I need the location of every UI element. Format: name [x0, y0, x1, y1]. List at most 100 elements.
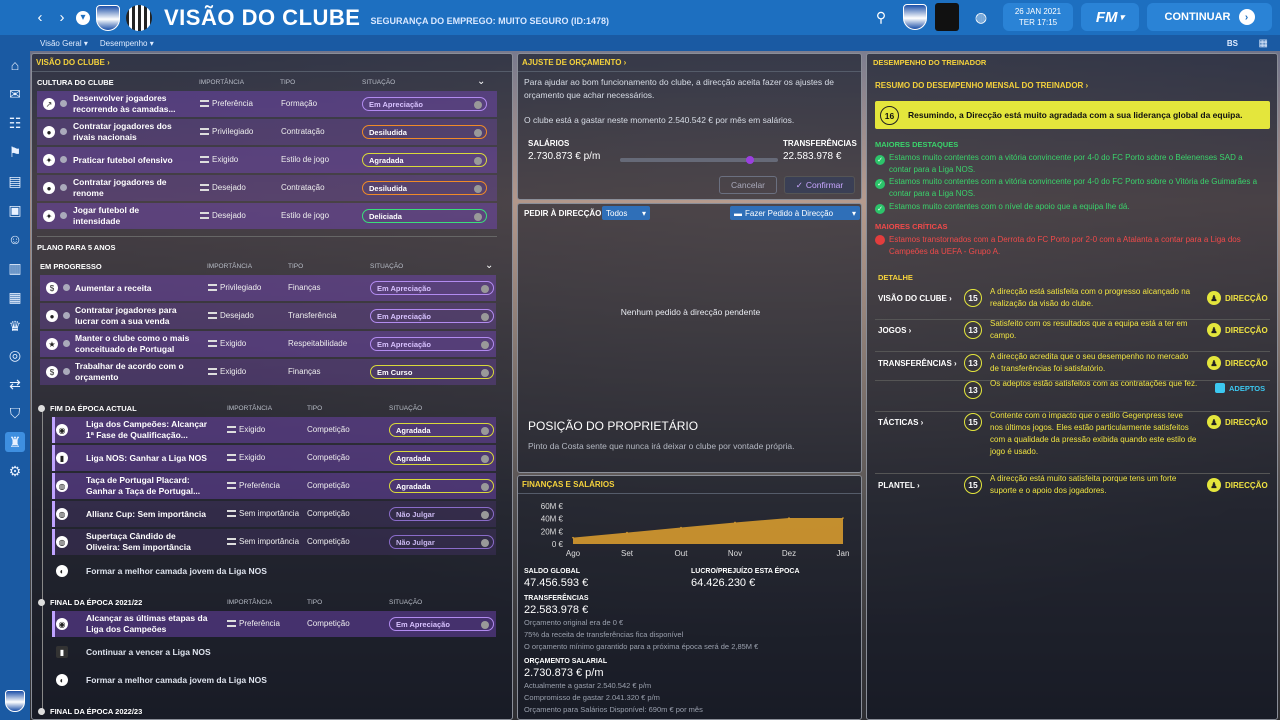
confirm-button[interactable]: ✓ Confirmar — [784, 176, 855, 194]
forward-icon[interactable]: › — [54, 9, 70, 26]
fm-menu-button[interactable]: FM ▾ — [1081, 3, 1139, 31]
detail-score: 15 — [964, 476, 982, 494]
detail-score: 13 — [964, 381, 982, 399]
page-title: VISÃO DO CLUBE — [164, 4, 361, 30]
info-icon[interactable] — [60, 100, 67, 107]
timeline-dot — [38, 405, 45, 412]
balance-value: 47.456.593 € — [524, 577, 589, 589]
calendar-icon[interactable]: ▦ — [5, 287, 25, 307]
x-tick-label: Jan — [837, 549, 850, 558]
highlight-text: Estamos muito contentes com o nível de a… — [889, 202, 1130, 211]
info-icon[interactable] — [60, 212, 67, 219]
status-badge[interactable]: Em Apreciação — [389, 617, 494, 631]
club-crest-small[interactable] — [903, 4, 927, 30]
staff-icon[interactable]: ☺ — [5, 229, 25, 249]
importance: Preferência — [227, 481, 280, 490]
status-badge[interactable]: Em Apreciação — [370, 309, 494, 323]
league-logo[interactable] — [935, 3, 959, 31]
status-badge[interactable]: Desiludida — [362, 125, 487, 139]
collapse-chevron-icon[interactable]: ⌄ — [477, 76, 485, 87]
club-icon[interactable]: ⛉ — [5, 403, 25, 423]
row-accent — [52, 529, 55, 555]
requests-filter[interactable]: Todos ▾ — [602, 206, 650, 220]
wage-value: 2.730.873 € p/m — [524, 667, 604, 679]
status-badge[interactable]: Em Curso — [370, 365, 494, 379]
status-badge[interactable]: Não Julgar — [389, 507, 494, 521]
slider-handle[interactable] — [745, 156, 754, 164]
status-badge[interactable]: Deliciada — [362, 209, 487, 223]
highlight-icon: ✓ — [875, 204, 885, 214]
balance-label: SALDO GLOBAL — [524, 568, 580, 575]
kit-icon[interactable] — [126, 4, 152, 31]
detail-label[interactable]: JOGOS › — [878, 326, 911, 335]
requests-empty: Nenhum pedido à direcção pendente — [620, 307, 761, 317]
cancel-button[interactable]: Cancelar — [719, 176, 777, 194]
info-icon[interactable] — [63, 368, 70, 375]
inbox-icon[interactable]: ✉ — [5, 84, 25, 104]
briefcase-icon[interactable]: ▥ — [5, 258, 25, 278]
board-tag: ♟ DIRECÇÃO — [1207, 291, 1268, 305]
status-badge[interactable]: Agradada — [389, 423, 494, 437]
trophy-icon[interactable]: ♛ — [5, 316, 25, 336]
squad-icon[interactable]: ☷ — [5, 113, 25, 133]
info-icon — [474, 185, 482, 193]
objective-type: Contratação — [281, 127, 325, 136]
status-badge[interactable]: Agradada — [362, 153, 487, 167]
board-icon[interactable]: ♜ — [5, 432, 25, 452]
youth-objective-1: Formar a melhor camada jovem da Liga NOS — [86, 566, 267, 576]
status-badge[interactable]: Em Apreciação — [370, 281, 494, 295]
back-icon[interactable]: ‹ — [32, 9, 48, 26]
transfers-icon[interactable]: ⇄ — [5, 374, 25, 394]
schedule-icon[interactable]: ▤ — [5, 171, 25, 191]
objective-text: Contratar jogadores de renome — [73, 177, 167, 198]
plan-header: PLANO PARA 5 ANOS — [37, 243, 116, 252]
status-badge[interactable]: Agradada — [389, 451, 494, 465]
info-icon — [474, 213, 482, 221]
detail-label[interactable]: TRANSFERÊNCIAS › — [878, 359, 957, 368]
bs-icon[interactable]: BS — [1227, 39, 1238, 48]
panel-title[interactable]: VISÃO DO CLUBE › — [32, 54, 512, 72]
continue-button[interactable]: CONTINUAR › — [1147, 3, 1272, 31]
make-request-button[interactable]: ▬ Fazer Pedido à Direcção ▾ — [730, 206, 860, 220]
tab-overview[interactable]: Visão Geral ▾ — [40, 39, 88, 48]
info-icon[interactable] — [60, 128, 67, 135]
detail-label[interactable]: VISÃO DO CLUBE › — [878, 294, 952, 303]
scouting-icon[interactable]: ◎ — [5, 345, 25, 365]
budget-title[interactable]: AJUSTE DE ORÇAMENTO › — [518, 54, 861, 72]
tab-performance[interactable]: Desempenho ▾ — [100, 39, 154, 48]
info-icon[interactable] — [60, 156, 67, 163]
status-badge[interactable]: Em Apreciação — [362, 97, 487, 111]
search-icon[interactable]: ⚲ — [867, 3, 895, 31]
grid-icon[interactable]: ▦ — [1259, 38, 1268, 49]
clipboard-icon[interactable]: ▣ — [5, 200, 25, 220]
owner-text: Pinto da Costa sente que nunca irá deixa… — [528, 441, 795, 451]
info-icon[interactable] — [63, 284, 70, 291]
data-point — [734, 521, 736, 524]
monthly-summary-link[interactable]: RESUMO DO DESEMPENHO MENSAL DO TREINADOR… — [875, 81, 1088, 90]
date-display[interactable]: 26 JAN 2021 TER 17:15 — [1003, 3, 1073, 31]
collapse-chevron-icon[interactable]: ⌄ — [485, 260, 493, 271]
chevron-down-icon[interactable]: ▾ — [76, 10, 90, 25]
status-badge[interactable]: Desiludida — [362, 181, 487, 195]
objective-icon: ◍ — [56, 480, 68, 492]
objective-text: Praticar futebol ofensivo — [73, 155, 173, 165]
home-icon[interactable]: ⌂ — [5, 55, 25, 75]
highlight-icon: ✓ — [875, 155, 885, 165]
budget-slider[interactable] — [620, 156, 778, 164]
manager-club-crest[interactable] — [5, 690, 25, 712]
status-badge[interactable]: Não Julgar — [389, 535, 494, 549]
dynamics-icon[interactable]: ⚑ — [5, 142, 25, 162]
detail-label[interactable]: PLANTEL › — [878, 481, 920, 490]
status-badge[interactable]: Em Apreciação — [370, 337, 494, 351]
info-icon[interactable] — [63, 340, 70, 347]
status-badge[interactable]: Agradada — [389, 479, 494, 493]
board-icon: ♟ — [1207, 356, 1221, 370]
globe-icon[interactable]: ◍ — [967, 3, 995, 31]
detail-label[interactable]: TÁCTICAS › — [878, 418, 923, 427]
importance: Privilegiado — [200, 127, 253, 136]
development-icon[interactable]: ⚙ — [5, 461, 25, 481]
info-icon[interactable] — [60, 184, 67, 191]
info-icon[interactable] — [63, 312, 70, 319]
club-crest[interactable] — [96, 4, 120, 31]
info-icon — [474, 129, 482, 137]
